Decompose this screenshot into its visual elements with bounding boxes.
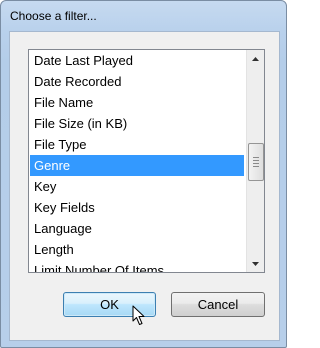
scroll-down-arrow-icon[interactable] — [247, 255, 264, 272]
list-item-length[interactable]: Length — [30, 239, 244, 260]
vertical-scrollbar[interactable] — [246, 50, 264, 272]
thumb-grip-line — [253, 160, 259, 161]
thumb-grip-line — [253, 157, 259, 158]
filter-listbox[interactable]: Date Last Played Date Recorded File Name… — [28, 49, 265, 273]
scroll-up-arrow-icon[interactable] — [247, 50, 264, 67]
dialog-client-area: Date Last Played Date Recorded File Name… — [9, 31, 280, 341]
scrollbar-thumb[interactable] — [248, 143, 264, 181]
list-item-language[interactable]: Language — [30, 218, 244, 239]
thumb-grip-line — [253, 166, 259, 167]
list-item-file-size[interactable]: File Size (in KB) — [30, 113, 244, 134]
list-item-key[interactable]: Key — [30, 176, 244, 197]
title-bar[interactable]: Choose a filter... — [1, 1, 286, 31]
dialog-title: Choose a filter... — [10, 9, 97, 23]
list-item-key-fields[interactable]: Key Fields — [30, 197, 244, 218]
list-item-limit-number-of-items[interactable]: Limit Number Of Items — [30, 260, 244, 272]
filter-list-items: Date Last Played Date Recorded File Name… — [30, 51, 244, 272]
choose-filter-dialog: Choose a filter... Date Last Played Date… — [0, 0, 287, 348]
list-item-file-name[interactable]: File Name — [30, 92, 244, 113]
thumb-grip-line — [253, 163, 259, 164]
cancel-button[interactable]: Cancel — [171, 292, 265, 317]
list-item-file-type[interactable]: File Type — [30, 134, 244, 155]
mouse-pointer-icon — [132, 305, 146, 327]
list-item-genre[interactable]: Genre — [30, 155, 244, 176]
list-item-date-recorded[interactable]: Date Recorded — [30, 71, 244, 92]
list-item-date-last-played[interactable]: Date Last Played — [30, 51, 244, 71]
